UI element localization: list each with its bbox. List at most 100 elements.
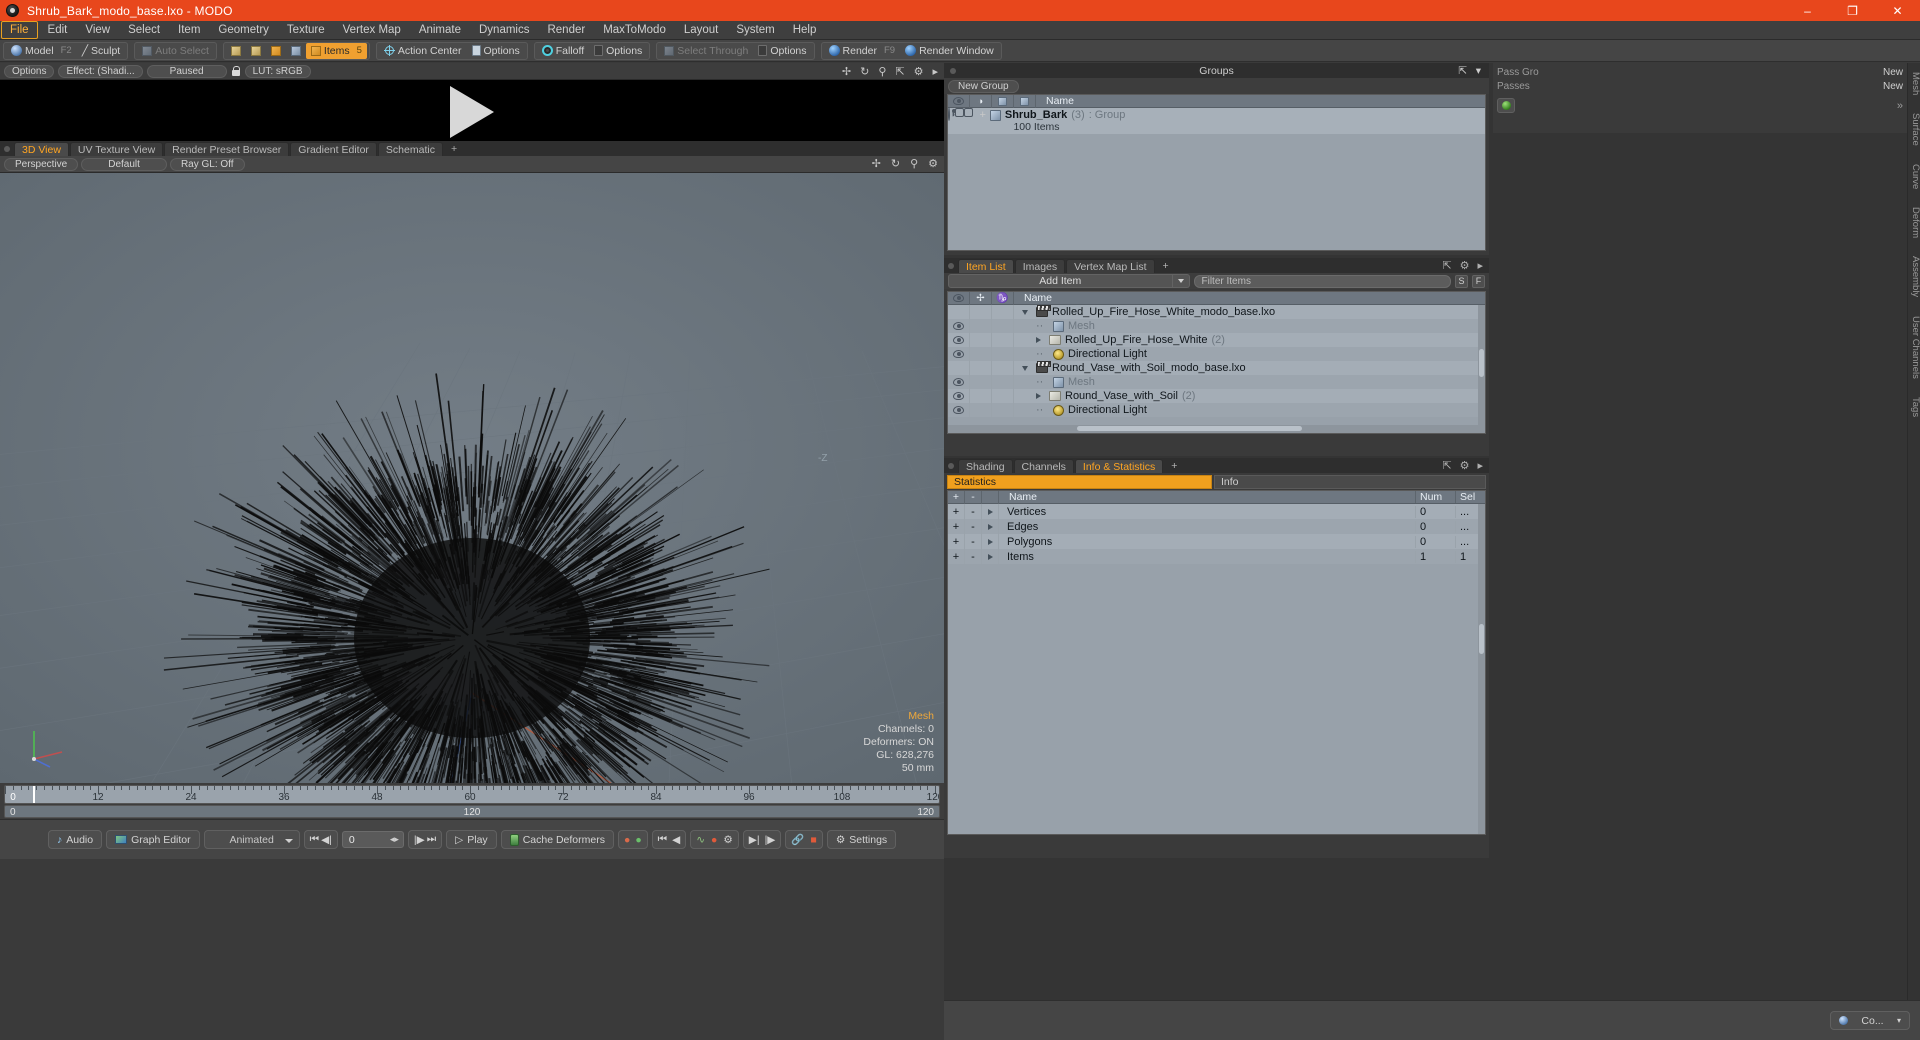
playhead[interactable] (33, 786, 35, 803)
viewport-perspective-button[interactable]: Perspective (4, 157, 79, 171)
stat-expander[interactable] (982, 534, 999, 549)
info-expand-icon[interactable]: ⇱ (1442, 459, 1451, 472)
item-row[interactable]: ·· Directional Light (948, 403, 1485, 417)
remove-key-icon[interactable]: ● (635, 834, 641, 846)
item-axis-toggle[interactable] (992, 319, 1014, 333)
viewport-rotate-icon[interactable]: ↻ (891, 157, 900, 170)
item-axis-toggle[interactable] (992, 333, 1014, 347)
tab-item-list[interactable]: Item List (958, 259, 1014, 273)
menu-item-geometry[interactable]: Geometry (209, 21, 278, 39)
shrub-bark-mesh[interactable] (0, 173, 944, 783)
timeline-ruler[interactable]: 12 24 36 48 60 72 84 96 108 120 0 (4, 785, 940, 804)
play-button[interactable]: ▷ Play (446, 830, 497, 849)
item-axis-toggle[interactable] (992, 347, 1014, 361)
viewport-zoom-icon[interactable]: ⚲ (910, 157, 918, 170)
preview-effect-button[interactable]: Effect: (Shadi... (58, 64, 143, 78)
view-tab-render-preset-browser[interactable]: Render Preset Browser (164, 142, 290, 156)
frame-stepper-icon[interactable]: ◂▸ (390, 834, 399, 845)
info-chevron-icon[interactable]: ▸ (1477, 459, 1483, 472)
groups-col-cube1-header[interactable] (992, 95, 1014, 108)
pass-forward-button[interactable]: » (1897, 100, 1903, 112)
info-gear-icon[interactable]: ⚙ (1460, 459, 1470, 472)
vtab-curve[interactable]: Curve (1908, 155, 1920, 198)
expander-right-icon[interactable] (1036, 337, 1041, 343)
render-window-button[interactable]: Render Window (900, 43, 999, 59)
select-through-options-button[interactable]: Options (753, 43, 811, 59)
groups-row[interactable]: ◑ + Shrub_Bark (3): Group 100 Items (948, 107, 1485, 134)
view-tab-schematic[interactable]: Schematic (377, 142, 443, 156)
view-tab-uv-texture-view[interactable]: UV Texture View (69, 142, 164, 156)
view-tab-3d-view[interactable]: 3D View (14, 142, 69, 156)
range-in-icon[interactable]: ▶| (749, 834, 760, 846)
cache-deformers-button[interactable]: Cache Deformers (500, 830, 614, 849)
menu-item-vertex-map[interactable]: Vertex Map (334, 21, 410, 39)
new-group-button[interactable]: New Group (948, 79, 1019, 93)
passes-new-button[interactable]: New (1883, 81, 1903, 92)
add-key-icon[interactable]: ● (624, 834, 630, 846)
item-col-lock-header[interactable]: ✢ (970, 292, 992, 305)
stat-minus-button[interactable]: - (965, 519, 982, 534)
item-col-visible-header[interactable] (948, 292, 970, 305)
item-lock-toggle[interactable] (970, 375, 992, 389)
pass-groups-new-button[interactable]: New (1883, 67, 1903, 78)
expander-right-icon[interactable] (1036, 393, 1041, 399)
item-axis-toggle[interactable] (992, 403, 1014, 417)
move-icon[interactable]: ✢ (842, 65, 851, 78)
item-col-axis-header[interactable]: ♑ (992, 292, 1014, 305)
preview-lut-button[interactable]: LUT: sRGB (244, 64, 311, 78)
menu-item-file[interactable]: File (1, 21, 38, 39)
groups-expand-icon[interactable]: ⇱ (1458, 65, 1467, 77)
render-button[interactable]: Render F9 (824, 43, 901, 59)
statistics-vscrollbar[interactable] (1478, 504, 1485, 834)
settings-button[interactable]: ⚙ Settings (826, 830, 897, 849)
stat-plus-button[interactable]: + (948, 504, 965, 519)
menu-item-item[interactable]: Item (169, 21, 209, 39)
stat-plus-button[interactable]: + (948, 534, 965, 549)
coord-chevron-icon[interactable]: ▾ (1897, 1016, 1901, 1025)
tab-vertex-map-list[interactable]: Vertex Map List (1066, 259, 1155, 273)
item-axis-toggle[interactable] (992, 305, 1014, 319)
expander-down-icon[interactable] (1022, 309, 1028, 315)
groups-col-visible-header[interactable] (948, 95, 970, 108)
tab-info-statistics[interactable]: Info & Statistics (1074, 459, 1164, 473)
pass-add-button[interactable] (1497, 98, 1515, 113)
falloff-options-button[interactable]: Options (589, 43, 647, 59)
item-visible-toggle[interactable] (948, 403, 970, 417)
expand-plus-icon[interactable]: + (979, 109, 985, 121)
menu-item-animate[interactable]: Animate (410, 21, 470, 39)
item-axis-toggle[interactable] (992, 375, 1014, 389)
item-visible-toggle[interactable] (948, 319, 970, 333)
vtab-mesh[interactable]: Mesh (1908, 63, 1920, 104)
item-lock-toggle[interactable] (970, 347, 992, 361)
action-center-button[interactable]: Action Center (379, 43, 467, 59)
menu-item-render[interactable]: Render (538, 21, 594, 39)
item-list-hscrollbar[interactable] (948, 425, 1485, 433)
menu-item-layout[interactable]: Layout (675, 21, 728, 39)
model-mode-button[interactable]: Model F2 (6, 43, 77, 59)
rotate-icon[interactable]: ↻ (860, 65, 869, 78)
fit-icon[interactable]: ⇱ (895, 65, 904, 78)
maximize-button[interactable]: ❐ (1830, 0, 1875, 21)
range-out-icon[interactable]: |▶ (765, 834, 776, 846)
item-list[interactable]: ✢ ♑ Name Rolled_Up_Fire_Hose_White_modo_… (947, 291, 1486, 434)
statistics-row[interactable]: + - Vertices 0... (948, 504, 1485, 519)
item-chevron-icon[interactable]: ▸ (1477, 259, 1483, 272)
minimize-button[interactable]: – (1785, 0, 1830, 21)
info-header[interactable]: Info (1214, 475, 1486, 489)
item-visible-toggle[interactable] (948, 305, 970, 319)
record-icon[interactable]: ● (711, 834, 717, 846)
groups-gear-icon[interactable]: ▾ (1476, 65, 1481, 77)
expander-down-icon[interactable] (1022, 365, 1028, 371)
goto-start-icon[interactable]: ⏮ (310, 833, 319, 846)
action-center-options-button[interactable]: Options (467, 43, 525, 59)
viewport-gear-icon[interactable]: ⚙ (928, 157, 938, 170)
filter-items-input[interactable]: Filter Items (1193, 274, 1451, 288)
item-lock-toggle[interactable] (970, 319, 992, 333)
group-cube2-toggle[interactable] (964, 108, 974, 134)
menu-item-view[interactable]: View (76, 21, 119, 39)
item-axis-toggle[interactable] (992, 361, 1014, 375)
coordinate-readout[interactable]: Co... ▾ (1830, 1011, 1910, 1030)
render-preview-canvas[interactable] (0, 80, 944, 143)
stat-col-minus-header[interactable]: - (965, 491, 982, 504)
vtab-deform[interactable]: Deform (1908, 198, 1920, 247)
